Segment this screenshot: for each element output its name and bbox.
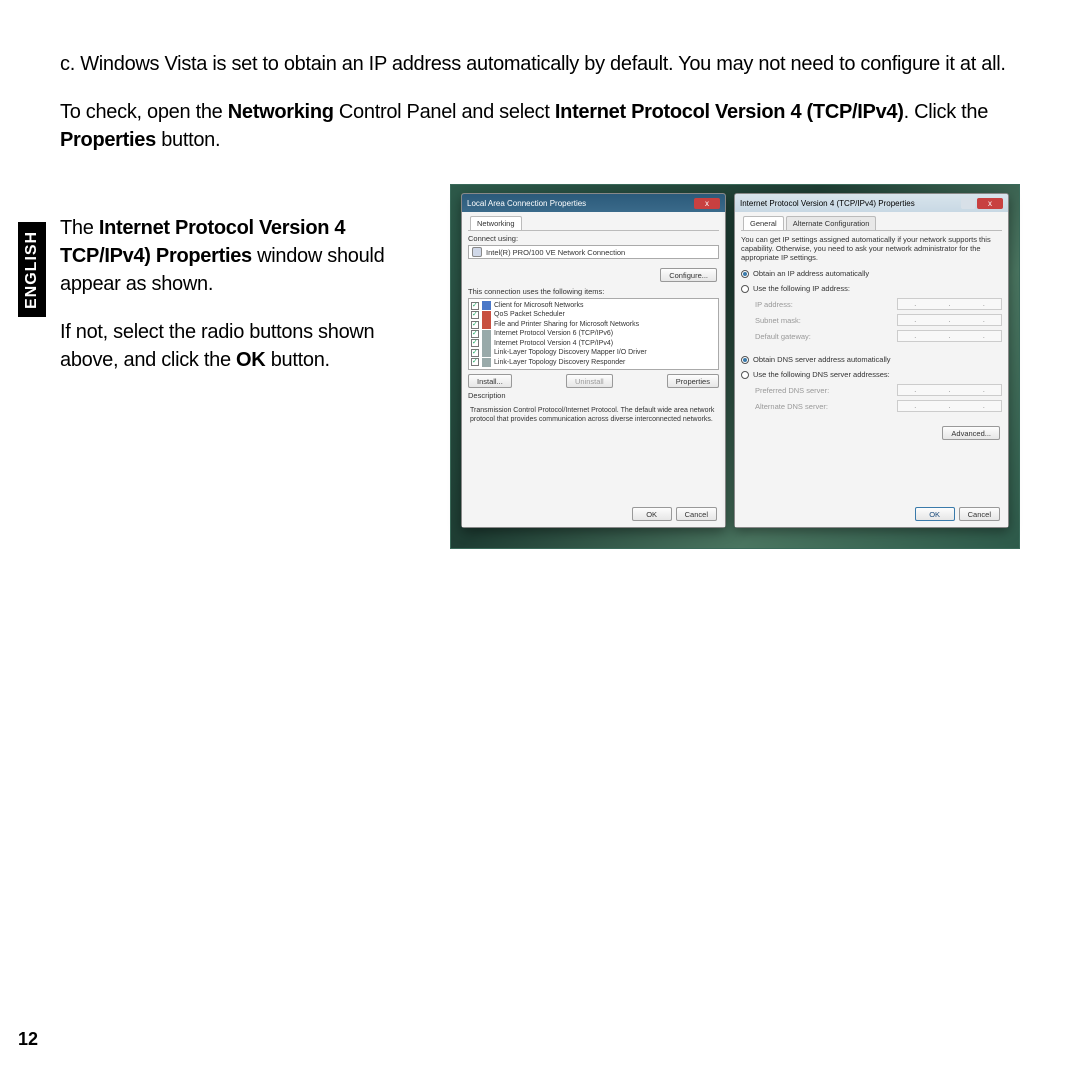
cancel-button[interactable]: Cancel: [959, 507, 1000, 521]
configure-button[interactable]: Configure...: [660, 268, 717, 282]
text: button.: [156, 129, 220, 151]
radio-icon[interactable]: [741, 270, 749, 278]
caption-a: The Internet Protocol Version 4 TCP/IPv4…: [60, 214, 430, 298]
cancel-button[interactable]: Cancel: [676, 507, 717, 521]
radio-icon[interactable]: [741, 356, 749, 364]
window-title: Local Area Connection Properties: [467, 199, 586, 208]
tab-alternate[interactable]: Alternate Configuration: [786, 216, 877, 230]
install-button[interactable]: Install...: [468, 374, 512, 388]
text: To check, open the: [60, 101, 228, 123]
instruction-text: You can get IP settings assigned automat…: [741, 235, 1002, 262]
checkbox-icon[interactable]: [471, 349, 479, 357]
component-icon: [482, 320, 491, 329]
caption-b: If not, select the radio buttons shown a…: [60, 318, 430, 374]
lan-properties-window: Local Area Connection Properties x Netwo…: [461, 193, 726, 528]
adapter-icon: [472, 247, 482, 257]
text: button.: [265, 349, 329, 371]
language-tab: ENGLISH: [18, 222, 46, 317]
checkbox-icon[interactable]: [471, 321, 479, 329]
label-mask: Subnet mask:: [755, 316, 801, 325]
list-item[interactable]: File and Printer Sharing for Microsoft N…: [471, 320, 716, 329]
window-title: Internet Protocol Version 4 (TCP/IPv4) P…: [740, 199, 915, 208]
paragraph-check: To check, open the Networking Control Pa…: [60, 98, 1020, 154]
item-label: Link-Layer Topology Discovery Responder: [494, 358, 625, 367]
radio-icon[interactable]: [741, 371, 749, 379]
radio-icon[interactable]: [741, 285, 749, 293]
label-gateway: Default gateway:: [755, 332, 811, 341]
item-label: Link-Layer Topology Discovery Mapper I/O…: [494, 348, 647, 357]
radio-auto-dns[interactable]: Obtain DNS server address automatically: [741, 355, 1002, 364]
close-icon[interactable]: x: [977, 198, 1003, 209]
uninstall-button[interactable]: Uninstall: [566, 374, 613, 388]
item-label: Internet Protocol Version 4 (TCP/IPv4): [494, 339, 613, 348]
tcpip-properties-window: Internet Protocol Version 4 (TCP/IPv4) P…: [734, 193, 1009, 528]
dns2-field[interactable]: ...: [897, 400, 1002, 412]
item-label: Internet Protocol Version 6 (TCP/IPv6): [494, 329, 613, 338]
dns1-field[interactable]: ...: [897, 384, 1002, 396]
list-item[interactable]: Link-Layer Topology Discovery Responder: [471, 358, 716, 367]
radio-auto-ip[interactable]: Obtain an IP address automatically: [741, 269, 1002, 278]
radio-manual-ip[interactable]: Use the following IP address:: [741, 284, 1002, 293]
checkbox-icon[interactable]: [471, 358, 479, 366]
checkbox-icon[interactable]: [471, 311, 479, 319]
checkbox-icon[interactable]: [471, 302, 479, 310]
description-text: Transmission Control Protocol/Internet P…: [468, 405, 719, 427]
list-item[interactable]: Internet Protocol Version 4 (TCP/IPv4): [471, 339, 716, 348]
ok-button[interactable]: OK: [632, 507, 672, 521]
bold: OK: [236, 349, 265, 371]
component-icon: [482, 301, 491, 310]
label-connect-using: Connect using:: [468, 234, 719, 243]
label-items: This connection uses the following items…: [468, 287, 719, 296]
gateway-field[interactable]: ...: [897, 330, 1002, 342]
screenshot-area: Local Area Connection Properties x Netwo…: [450, 184, 1020, 549]
items-list[interactable]: Client for Microsoft Networks QoS Packet…: [468, 298, 719, 370]
radio-label: Obtain DNS server address automatically: [753, 355, 891, 364]
radio-label: Obtain an IP address automatically: [753, 269, 869, 278]
page-number: 12: [18, 1029, 38, 1050]
list-item[interactable]: Internet Protocol Version 6 (TCP/IPv6): [471, 329, 716, 338]
adapter-name: Intel(R) PRO/100 VE Network Connection: [486, 248, 625, 257]
bold: Properties: [60, 129, 156, 151]
tab-row: Networking: [468, 216, 719, 231]
checkbox-icon[interactable]: [471, 339, 479, 347]
list-item[interactable]: Client for Microsoft Networks: [471, 301, 716, 310]
list-item[interactable]: QoS Packet Scheduler: [471, 310, 716, 319]
adapter-field: Intel(R) PRO/100 VE Network Connection: [468, 245, 719, 259]
ip-field[interactable]: ...: [897, 298, 1002, 310]
paragraph-c: c. Windows Vista is set to obtain an IP …: [60, 50, 1020, 78]
label-description: Description: [468, 391, 719, 400]
component-icon: [482, 339, 491, 348]
text: The: [60, 217, 99, 239]
radio-label: Use the following IP address:: [753, 284, 850, 293]
label-dns1: Preferred DNS server:: [755, 386, 829, 395]
radio-manual-dns[interactable]: Use the following DNS server addresses:: [741, 370, 1002, 379]
tab-networking[interactable]: Networking: [470, 216, 522, 230]
tab-row: General Alternate Configuration: [741, 216, 1002, 231]
mask-field[interactable]: ...: [897, 314, 1002, 326]
close-icon[interactable]: x: [694, 198, 720, 209]
text: Control Panel and select: [334, 101, 555, 123]
properties-button[interactable]: Properties: [667, 374, 719, 388]
minimize-icon[interactable]: [961, 198, 975, 209]
tab-general[interactable]: General: [743, 216, 784, 230]
list-item[interactable]: Link-Layer Topology Discovery Mapper I/O…: [471, 348, 716, 357]
bold: Internet Protocol Version 4 (TCP/IPv4): [555, 101, 904, 123]
component-icon: [482, 311, 491, 320]
component-icon: [482, 358, 491, 367]
label-dns2: Alternate DNS server:: [755, 402, 828, 411]
component-icon: [482, 348, 491, 357]
radio-label: Use the following DNS server addresses:: [753, 370, 890, 379]
label-ip: IP address:: [755, 300, 793, 309]
item-label: QoS Packet Scheduler: [494, 310, 565, 319]
bold: Networking: [228, 101, 334, 123]
item-label: Client for Microsoft Networks: [494, 301, 583, 310]
advanced-button[interactable]: Advanced...: [942, 426, 1000, 440]
item-label: File and Printer Sharing for Microsoft N…: [494, 320, 639, 329]
text: . Click the: [904, 101, 989, 123]
checkbox-icon[interactable]: [471, 330, 479, 338]
titlebar: Local Area Connection Properties x: [462, 194, 725, 212]
component-icon: [482, 330, 491, 339]
ok-button[interactable]: OK: [915, 507, 955, 521]
titlebar: Internet Protocol Version 4 (TCP/IPv4) P…: [735, 194, 1008, 212]
